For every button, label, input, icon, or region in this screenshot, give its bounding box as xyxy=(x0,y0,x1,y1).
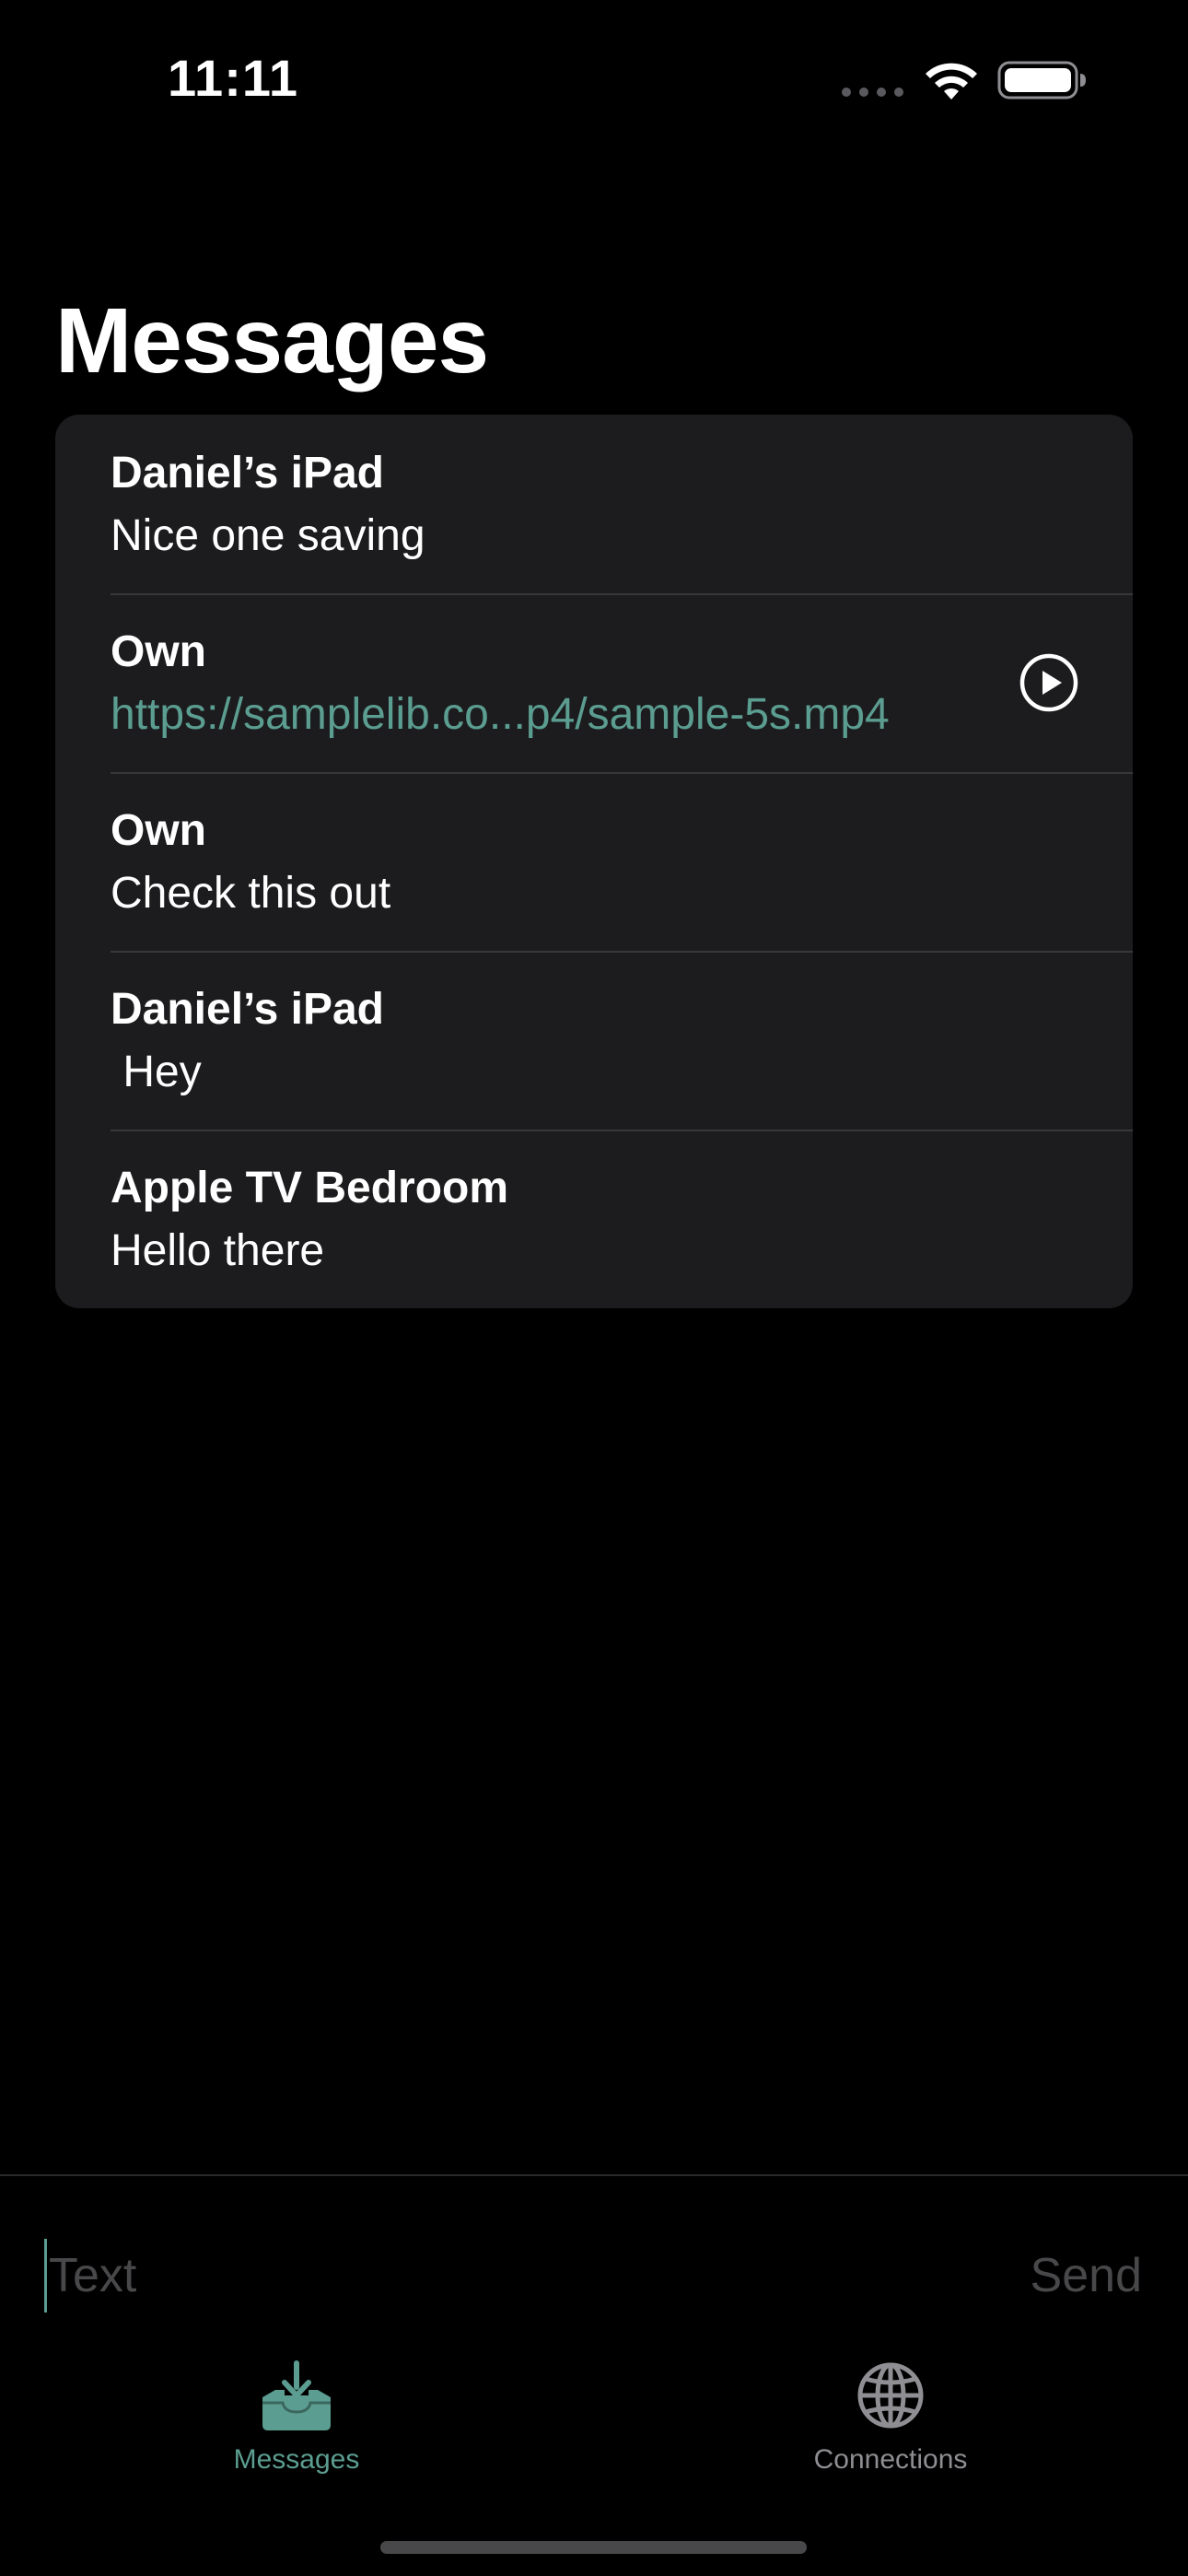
page-title: Messages xyxy=(55,289,489,392)
battery-icon xyxy=(997,61,1086,100)
message-text: Nice one saving xyxy=(111,511,425,560)
status-time: 11:11 xyxy=(168,49,299,107)
message-sender: Own xyxy=(111,806,206,855)
inbox-download-icon xyxy=(262,2360,331,2430)
message-text: Hey xyxy=(111,1048,202,1096)
message-text: Check this out xyxy=(111,869,391,918)
home-indicator xyxy=(380,2541,807,2554)
status-bar: 11:11 xyxy=(0,0,1188,157)
wifi-icon xyxy=(926,63,977,100)
tab-label-messages: Messages xyxy=(233,2444,360,2475)
tab-messages[interactable]: Messages xyxy=(158,2359,435,2488)
tab-label-connections: Connections xyxy=(813,2444,968,2475)
message-list: Daniel’s iPad Nice one saving Own https:… xyxy=(55,415,1133,1308)
message-link[interactable]: https://samplelib.co...p4/sample-5s.mp4 xyxy=(111,687,1133,743)
message-sender: Daniel’s iPad xyxy=(111,449,384,498)
message-text-input[interactable] xyxy=(44,2239,878,2313)
message-sender: Apple TV Bedroom xyxy=(111,1164,509,1212)
tab-connections[interactable]: Connections xyxy=(752,2359,1029,2488)
play-circle-icon[interactable] xyxy=(1019,652,1079,713)
message-row[interactable]: Daniel’s iPad Hey xyxy=(55,951,1133,1130)
message-row[interactable]: Own Check this out xyxy=(55,772,1133,951)
message-row[interactable]: Daniel’s iPad Nice one saving xyxy=(55,415,1133,593)
send-button[interactable]: Send xyxy=(1031,2246,1142,2305)
cellular-signal-icon xyxy=(842,88,903,97)
message-row[interactable]: Apple TV Bedroom Hello there xyxy=(55,1130,1133,1308)
message-row[interactable]: Own https://samplelib.co...p4/sample-5s.… xyxy=(55,593,1133,772)
composer-divider xyxy=(0,2174,1188,2176)
globe-icon xyxy=(857,2362,924,2429)
message-sender: Own xyxy=(111,627,206,676)
message-sender: Daniel’s iPad xyxy=(111,985,384,1034)
message-text: Hello there xyxy=(111,1226,325,1275)
